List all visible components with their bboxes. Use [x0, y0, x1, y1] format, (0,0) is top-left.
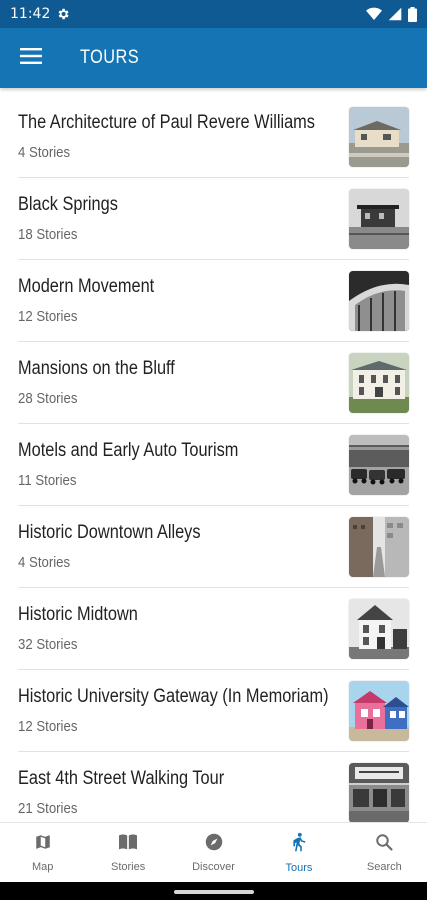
tour-story-count: 32 Stories	[18, 635, 78, 653]
tour-story-count: 28 Stories	[18, 389, 78, 407]
signal-icon	[388, 7, 402, 21]
compass-icon	[205, 833, 223, 856]
tour-thumbnail	[349, 352, 409, 413]
tour-title: East 4th Street Walking Tour	[18, 768, 225, 789]
status-time: 11:42	[10, 6, 51, 22]
home-gesture-handle[interactable]	[174, 890, 254, 894]
tour-item[interactable]: Motels and Early Auto Tourism 11 Stories	[18, 424, 409, 506]
tour-thumbnail	[349, 106, 409, 167]
map-icon	[34, 833, 52, 856]
tour-thumbnail	[349, 434, 409, 495]
menu-button[interactable]	[0, 28, 62, 88]
book-icon	[118, 833, 138, 856]
hamburger-menu-icon	[20, 47, 42, 69]
tour-story-count: 4 Stories	[18, 143, 71, 161]
tour-story-count: 18 Stories	[18, 225, 78, 243]
battery-icon	[408, 6, 417, 22]
app-bar: TOURS	[0, 28, 427, 88]
nav-search[interactable]: Search	[342, 823, 427, 882]
search-icon	[375, 833, 393, 856]
wifi-icon	[366, 7, 382, 21]
tour-item[interactable]: Black Springs 18 Stories	[18, 178, 409, 260]
tour-item[interactable]: East 4th Street Walking Tour 21 Stories	[18, 752, 409, 822]
tour-title: Historic University Gateway (In Memoriam…	[18, 685, 329, 707]
walking-icon	[291, 832, 307, 857]
tour-story-count: 11 Stories	[18, 471, 77, 489]
settings-gear-icon	[56, 7, 70, 21]
nav-label: Tours	[285, 861, 313, 874]
tour-title: Historic Downtown Alleys	[18, 521, 201, 543]
tour-title: Mansions on the Bluff	[18, 357, 175, 379]
tour-title: The Architecture of Paul Revere Williams	[18, 111, 315, 133]
tour-item[interactable]: Historic Midtown 32 Stories	[18, 588, 409, 670]
tour-title: Modern Movement	[18, 275, 155, 297]
nav-stories[interactable]: Stories	[85, 823, 170, 882]
tour-item[interactable]: Historic Downtown Alleys 4 Stories	[18, 506, 409, 588]
tour-thumbnail	[349, 188, 409, 249]
nav-discover[interactable]: Discover	[171, 823, 256, 882]
bottom-navigation: Map Stories Discover Tours Search	[0, 822, 427, 882]
tour-story-count: 21 Stories	[18, 800, 78, 817]
tour-item[interactable]: The Architecture of Paul Revere Williams…	[18, 96, 409, 178]
tour-thumbnail	[349, 270, 409, 331]
tour-item[interactable]: Historic University Gateway (In Memoriam…	[18, 670, 409, 752]
tour-story-count: 4 Stories	[18, 553, 71, 571]
tour-story-count: 12 Stories	[18, 717, 78, 735]
system-gesture-bar	[0, 882, 427, 900]
tour-item[interactable]: Mansions on the Bluff 28 Stories	[18, 342, 409, 424]
page-title: TOURS	[80, 47, 140, 68]
nav-tours[interactable]: Tours	[256, 823, 341, 882]
nav-label: Map	[32, 860, 54, 873]
nav-label: Discover	[192, 860, 235, 873]
tour-story-count: 12 Stories	[18, 307, 78, 325]
tour-title: Black Springs	[18, 193, 118, 215]
tour-item[interactable]: Modern Movement 12 Stories	[18, 260, 409, 342]
tour-thumbnail	[349, 598, 409, 659]
nav-map[interactable]: Map	[0, 823, 85, 882]
status-bar: 11:42	[0, 0, 427, 28]
tour-list: The Architecture of Paul Revere Williams…	[0, 96, 427, 822]
nav-label: Stories	[110, 860, 146, 873]
tour-title: Motels and Early Auto Tourism	[18, 439, 239, 461]
tour-title: Historic Midtown	[18, 603, 138, 625]
tour-thumbnail	[349, 516, 409, 577]
tour-thumbnail	[349, 763, 409, 822]
tour-thumbnail	[349, 680, 409, 741]
nav-label: Search	[366, 860, 402, 873]
